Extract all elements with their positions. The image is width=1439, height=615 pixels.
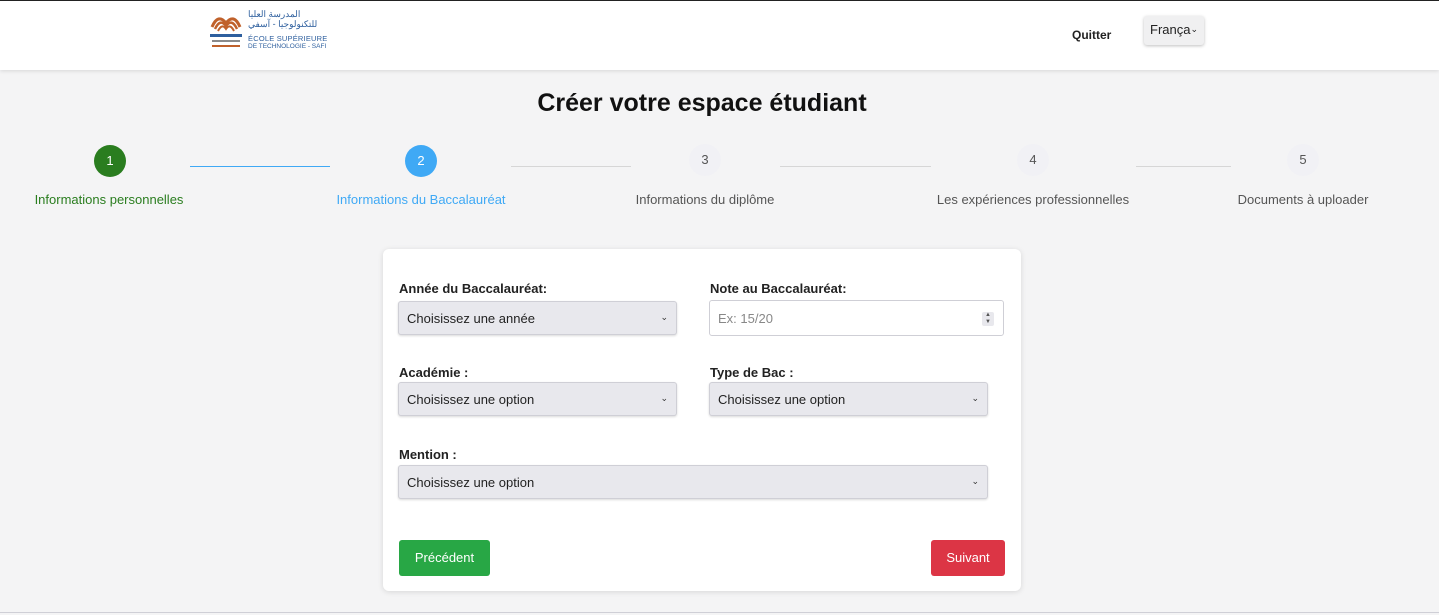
step-connector-4 [1136,166,1231,167]
language-select-value: França [1150,22,1191,37]
step-3-label: Informations du diplôme [635,192,775,207]
previous-button[interactable]: Précédent [399,540,490,576]
step-1-circle[interactable]: 1 [94,145,126,177]
bac-type-label: Type de Bac : [710,365,794,380]
step-1-label: Informations personnelles [34,192,184,207]
step-4-circle[interactable]: 4 [1017,144,1049,176]
page-title: Créer votre espace étudiant [537,89,867,117]
bac-year-label: Année du Baccalauréat: [399,281,548,296]
step-5-label: Documents à uploader [1237,192,1369,207]
step-5-circle[interactable]: 5 [1287,144,1319,176]
language-select[interactable]: França ⌄ [1144,16,1204,45]
school-logo[interactable]: المدرسة العليا للتكنولوجيا - آسفي ÉCOLE … [208,9,327,55]
chevron-down-icon: ⌄ [660,312,668,322]
school-emblem-icon [210,17,242,47]
logo-arabic-line2: للتكنولوجيا - آسفي [248,19,318,29]
bac-type-select[interactable]: Choisissez une option ⌄ [709,382,988,416]
top-navbar: المدرسة العليا للتكنولوجيا - آسفي ÉCOLE … [0,0,1439,70]
mention-label: Mention : [399,447,457,462]
logo-french-line2: DE TECHNOLOGIE - SAFI [248,43,327,50]
chevron-down-icon: ⌄ [660,393,668,403]
next-button[interactable]: Suivant [931,540,1005,576]
academy-label: Académie : [399,365,469,380]
step-2-label: Informations du Baccalauréat [336,192,506,207]
footer-divider [0,612,1439,613]
academy-select-value: Choisissez une option [407,392,535,407]
mention-select[interactable]: Choisissez une option ⌄ [398,465,988,499]
step-3-circle[interactable]: 3 [689,144,721,176]
bac-type-select-value: Choisissez une option [718,392,846,407]
logo-french-line1: ÉCOLE SUPÉRIEURE [248,34,328,43]
chevron-down-icon: ⌄ [971,476,979,486]
bac-year-select-value: Choisissez une année [407,311,535,326]
step-connector-3 [780,166,931,167]
bac-year-select[interactable]: Choisissez une année ⌄ [398,301,677,335]
bac-grade-placeholder: Ex: 15/20 [718,311,773,326]
bac-grade-input[interactable]: Ex: 15/20 ▲ ▼ [709,300,1004,336]
academy-select[interactable]: Choisissez une option ⌄ [398,382,677,416]
bac-grade-label: Note au Baccalauréat: [710,281,847,296]
bac-info-form: Année du Baccalauréat: Choisissez une an… [383,249,1021,591]
chevron-down-icon: ⌄ [971,393,979,403]
step-connector-2 [511,166,631,167]
step-connector-1 [190,166,330,167]
mention-select-value: Choisissez une option [407,475,535,490]
chevron-down-icon: ⌄ [1190,24,1198,34]
logo-arabic-line1: المدرسة العليا [248,9,301,19]
step-2-circle[interactable]: 2 [405,145,437,177]
number-spinner-icon[interactable]: ▲ ▼ [982,312,994,326]
step-4-label: Les expériences professionnelles [936,192,1130,207]
quit-link[interactable]: Quitter [1072,28,1111,42]
